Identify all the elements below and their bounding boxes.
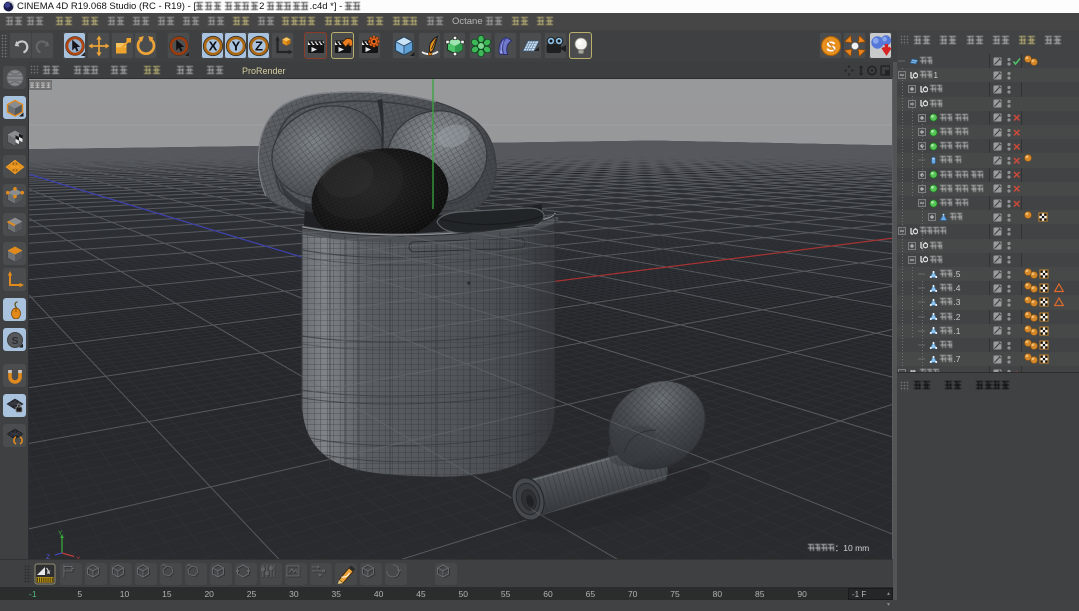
svg-text:X: X: [208, 38, 217, 53]
svg-text:Y: Y: [231, 38, 240, 53]
svg-text:Z: Z: [255, 38, 263, 53]
svg-text:a: a: [47, 568, 51, 576]
svg-text:Y: Y: [58, 530, 63, 537]
svg-text:S: S: [11, 335, 18, 347]
